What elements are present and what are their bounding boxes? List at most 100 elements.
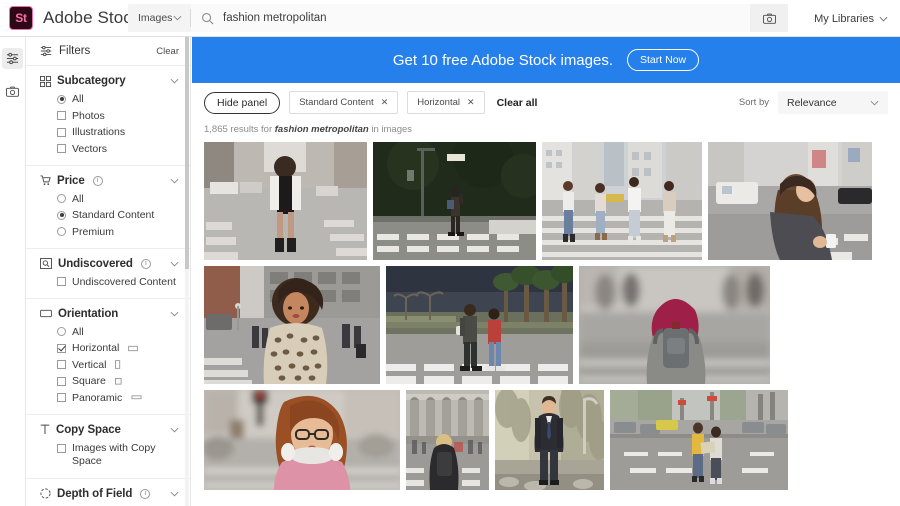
close-icon[interactable]: ✕: [467, 97, 475, 108]
result-tile-woman-glasses-headphones[interactable]: [204, 390, 400, 490]
photo-thumbnail: [610, 390, 788, 490]
visual-search-button[interactable]: [750, 4, 788, 32]
results-summary: 1,865 results for fashion metropolitan i…: [192, 122, 900, 142]
chevron-down-icon[interactable]: [170, 78, 179, 84]
radio-control[interactable]: [57, 210, 66, 220]
adobe-stock-logo-icon: St: [9, 6, 33, 30]
result-tile-woman-phone-street-profile[interactable]: [708, 142, 872, 260]
section-header[interactable]: Price i: [26, 174, 190, 187]
filter-option-all[interactable]: All: [57, 93, 190, 105]
option-label: Vertical: [72, 358, 107, 371]
checkbox-control[interactable]: [57, 111, 66, 120]
checkbox-control[interactable]: [57, 393, 66, 402]
chevron-down-icon[interactable]: [170, 427, 179, 433]
filter-option-standard-content[interactable]: Standard Content: [57, 209, 190, 221]
adobe-stock-search-page: St Adobe Stock Images fashion metropolit…: [0, 0, 900, 506]
panorama-icon: [131, 395, 142, 400]
photo-thumbnail: [204, 142, 367, 260]
chevron-down-icon[interactable]: [170, 261, 179, 267]
filter-section-depth-of-field: Depth of Field i Default More Bl: [26, 479, 190, 506]
radio-control[interactable]: [57, 327, 66, 336]
checkbox-control[interactable]: [57, 277, 66, 286]
option-label: Illustrations: [72, 126, 126, 138]
checkbox-control[interactable]: [57, 343, 66, 353]
depth-of-field-slider[interactable]: Default More Blur: [26, 500, 190, 506]
result-tile-woman-leopard-coat-city[interactable]: [204, 266, 380, 384]
photo-thumbnail: [542, 142, 702, 260]
filter-option-square[interactable]: Square: [57, 375, 190, 387]
checkbox-control[interactable]: [57, 376, 66, 386]
sort-dropdown[interactable]: Relevance: [778, 91, 888, 114]
filter-chip-standard-content[interactable]: Standard Content ✕: [289, 91, 399, 114]
radio-control[interactable]: [57, 94, 66, 104]
my-libraries-menu[interactable]: My Libraries: [814, 0, 888, 37]
search-input[interactable]: fashion metropolitan: [191, 4, 750, 32]
rail-filters-button[interactable]: [2, 48, 23, 69]
option-label: Images with Copy Space: [72, 441, 156, 467]
category-dropdown[interactable]: Images: [128, 4, 190, 32]
section-title: Copy Space: [56, 423, 121, 436]
result-tile-couple-map-city-street[interactable]: [610, 390, 788, 490]
info-icon[interactable]: i: [140, 488, 151, 499]
start-now-button[interactable]: Start Now: [627, 49, 700, 71]
option-label: Panoramic: [72, 391, 123, 404]
filter-option-images-with-copy-space[interactable]: Images with Copy Space: [57, 442, 179, 468]
result-tile-four-friends-city-crosswalk[interactable]: [542, 142, 702, 260]
filter-option-panoramic[interactable]: Panoramic: [57, 391, 190, 404]
radio-control[interactable]: [57, 227, 66, 236]
checkbox-control[interactable]: [57, 443, 66, 453]
clear-filters-link[interactable]: Clear: [156, 46, 179, 57]
section-header[interactable]: Undiscovered i: [26, 258, 190, 270]
filter-option-premium[interactable]: Premium: [57, 226, 190, 238]
checkbox-control[interactable]: [57, 127, 66, 137]
my-libraries-label: My Libraries: [814, 12, 874, 25]
brand-logo[interactable]: St Adobe Stock: [0, 6, 141, 30]
camera-icon: [762, 13, 776, 24]
grid-icon: [40, 75, 51, 87]
option-label: Undiscovered Content: [72, 275, 176, 288]
checkbox-control[interactable]: [57, 360, 66, 369]
section-title: Price: [57, 174, 85, 187]
section-header[interactable]: Orientation: [26, 307, 190, 320]
info-icon[interactable]: i: [140, 258, 151, 269]
orientation-icon: [40, 309, 52, 318]
section-header[interactable]: Depth of Field i: [26, 488, 190, 500]
section-header[interactable]: Subcategory: [26, 75, 190, 87]
results-count: 1,865 results for: [204, 124, 273, 135]
result-tile-backpack-hood-blur-street[interactable]: [579, 266, 770, 384]
filter-option-vectors[interactable]: Vectors: [57, 142, 190, 155]
info-icon[interactable]: i: [92, 175, 103, 186]
filter-option-orientation-all[interactable]: All: [57, 326, 190, 338]
filter-option-vertical[interactable]: Vertical: [57, 358, 190, 371]
sidebar-scrollbar-thumb[interactable]: [185, 37, 189, 269]
filter-chip-horizontal[interactable]: Horizontal ✕: [407, 91, 485, 114]
chevron-down-icon[interactable]: [170, 178, 179, 184]
radio-control[interactable]: [57, 194, 66, 203]
filter-option-price-all[interactable]: All: [57, 193, 190, 205]
section-title: Orientation: [58, 307, 119, 320]
filter-option-horizontal[interactable]: Horizontal: [57, 342, 190, 354]
photo-thumbnail: [386, 266, 573, 384]
result-tile-woman-walking-dark-crosswalk[interactable]: [373, 142, 536, 260]
option-label: Vectors: [72, 142, 108, 155]
close-icon[interactable]: ✕: [381, 97, 389, 108]
search-bar: Images fashion metropolitan: [128, 4, 788, 32]
checkbox-control[interactable]: [57, 144, 66, 153]
filter-option-photos[interactable]: Photos: [57, 110, 190, 122]
clear-all-button[interactable]: Clear all: [497, 97, 538, 109]
chevron-down-icon[interactable]: [170, 491, 179, 497]
result-tile-blonde-backpack-museum[interactable]: [406, 390, 489, 490]
option-label: Square: [72, 375, 106, 387]
grid-row: [204, 390, 892, 490]
photo-thumbnail: [579, 266, 770, 384]
filter-option-undiscovered-content[interactable]: Undiscovered Content: [57, 275, 190, 288]
chevron-down-icon[interactable]: [170, 311, 179, 317]
hide-panel-button[interactable]: Hide panel: [204, 91, 281, 114]
filter-option-illustrations[interactable]: Illustrations: [57, 126, 190, 138]
rail-visual-search-button[interactable]: [2, 81, 23, 102]
grid-row: [204, 142, 892, 260]
result-tile-woman-white-blazer-crosswalk[interactable]: [204, 142, 367, 260]
section-header[interactable]: Copy Space: [26, 423, 190, 436]
result-tile-two-people-palm-crosswalk[interactable]: [386, 266, 573, 384]
result-tile-man-suit-standing-street[interactable]: [495, 390, 604, 490]
